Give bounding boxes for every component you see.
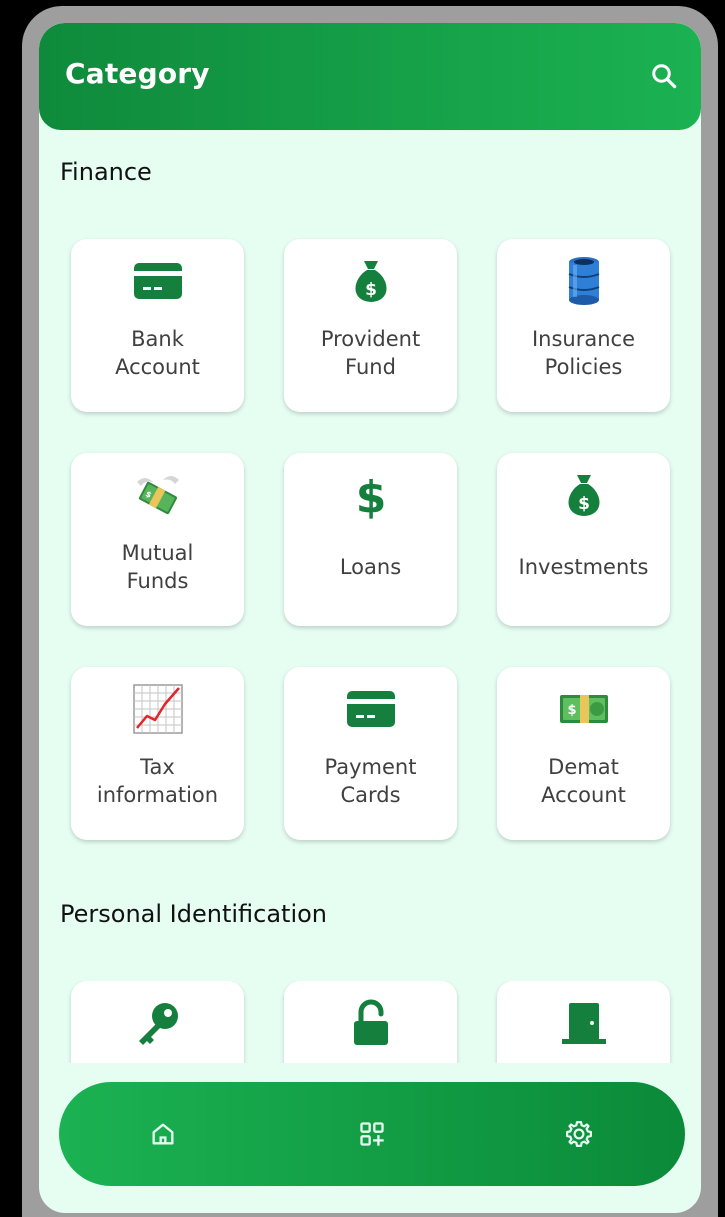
key-icon <box>138 1003 178 1045</box>
money-bag-icon: $ <box>567 475 600 516</box>
category-tile[interactable] <box>71 981 244 1063</box>
credit-card-icon <box>346 691 395 727</box>
category-tile-investments[interactable]: $ Investments <box>497 453 670 626</box>
category-tile[interactable] <box>284 981 457 1063</box>
section-title-personal-identification: Personal Identification <box>60 900 328 928</box>
partially-visible-row <box>39 981 701 1063</box>
lock-open-icon <box>353 999 388 1045</box>
search-icon <box>652 64 677 89</box>
category-tile-mutual-funds[interactable]: $ Mutual Funds <box>71 453 244 626</box>
money-with-wings-icon: $ <box>136 476 179 515</box>
money-bag-icon: $ <box>354 261 387 302</box>
category-tile[interactable] <box>497 981 670 1063</box>
category-label: Investments <box>518 555 649 579</box>
credit-card-icon <box>133 263 182 299</box>
nav-settings-button[interactable] <box>557 1112 601 1156</box>
category-tile-provident-fund[interactable]: $ Provident Fund <box>284 239 457 412</box>
category-label: Provident Fund <box>320 327 421 379</box>
dollar-sign-icon: $ <box>355 472 386 520</box>
svg-text:$: $ <box>355 472 386 520</box>
chart-increasing-icon <box>132 684 183 734</box>
category-tile-tax-information[interactable]: Tax information <box>71 667 244 840</box>
bottom-navigation <box>59 1082 685 1186</box>
category-label: Payment Cards <box>324 755 417 807</box>
category-label: Mutual Funds <box>121 541 194 593</box>
nav-home-button[interactable] <box>141 1112 185 1156</box>
category-tile-payment-cards[interactable]: Payment Cards <box>284 667 457 840</box>
category-label: Loans <box>339 555 402 579</box>
svg-text:$: $ <box>365 280 377 300</box>
svg-text:$: $ <box>578 494 590 514</box>
category-tile-insurance-policies[interactable]: Insurance Policies <box>497 239 670 412</box>
category-label: Tax information <box>96 755 219 807</box>
category-tile-bank-account[interactable]: Bank Account <box>71 239 244 412</box>
category-tile-loans[interactable]: $ Loans <box>284 453 457 626</box>
section-title-finance: Finance <box>60 158 152 186</box>
phone-frame: Category Finance Bank Account $ Providen… <box>22 6 718 1217</box>
page-title: Category <box>65 57 210 90</box>
category-label: Bank Account <box>115 327 200 379</box>
grid-add-icon <box>360 1122 384 1146</box>
app-bar: Category <box>39 23 701 130</box>
svg-text:$: $ <box>567 703 576 718</box>
search-button[interactable] <box>643 55 685 97</box>
settings-gear-icon <box>566 1121 592 1147</box>
oil-drum-icon <box>568 257 599 305</box>
door-icon <box>561 1003 606 1044</box>
category-tile-demat-account[interactable]: $ Demat Account <box>497 667 670 840</box>
nav-categories-button[interactable] <box>350 1112 394 1156</box>
banknote-icon: $ <box>559 695 608 723</box>
category-label: Insurance Policies <box>531 327 636 379</box>
app-screen: Category Finance Bank Account $ Providen… <box>39 23 701 1213</box>
home-icon <box>152 1123 174 1145</box>
category-label: Demat Account <box>541 755 626 807</box>
